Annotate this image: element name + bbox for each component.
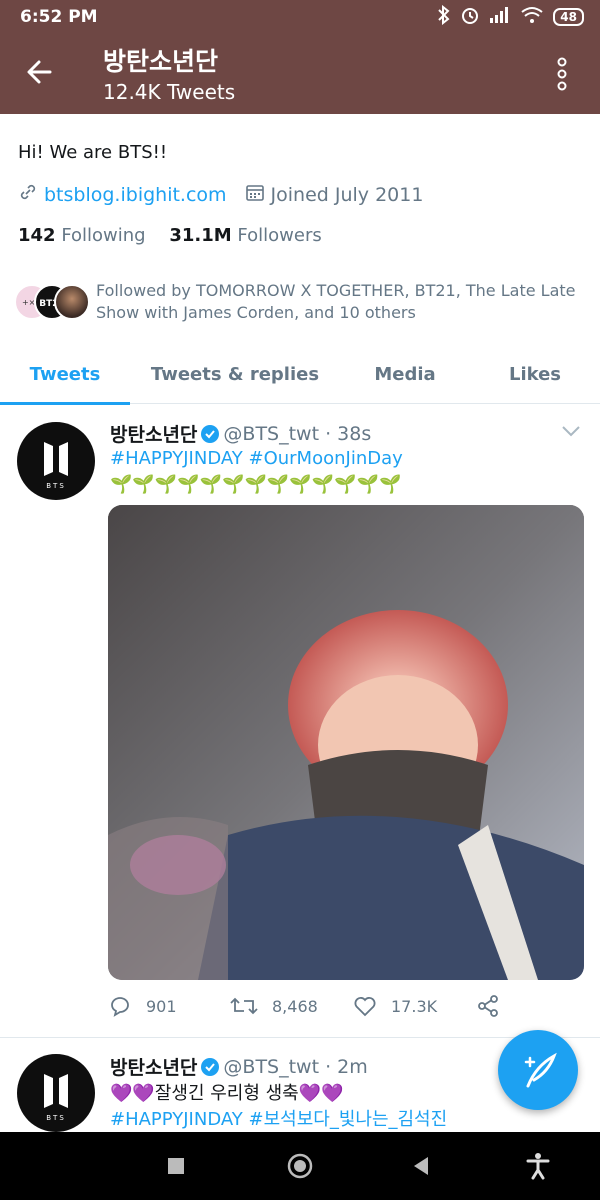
photo-content xyxy=(108,505,584,980)
chevron-down-icon[interactable] xyxy=(560,424,582,438)
followed-by-avatars: +×+ BT21 xyxy=(14,284,94,322)
following-label: Following xyxy=(61,225,146,246)
tweet-actions: 901 8,468 17.3K xyxy=(108,994,508,1024)
tweet-hashtags[interactable]: #HAPPYJINDAY #OurMoonJinDay xyxy=(110,448,403,469)
reply-icon xyxy=(111,997,129,1017)
followers-stat[interactable]: 31.1M Followers xyxy=(169,225,321,246)
home-circle-icon xyxy=(287,1153,313,1179)
recents-button[interactable] xyxy=(160,1150,192,1182)
share-button[interactable] xyxy=(476,994,500,1018)
bts-logo-icon: BTS xyxy=(44,442,68,490)
link-icon xyxy=(18,182,38,207)
tweet-header: 방탄소년단 @BTS_twt · 2m xyxy=(110,1053,368,1080)
like-button[interactable]: 17.3K xyxy=(353,994,437,1018)
alarm-icon xyxy=(460,5,480,29)
retweet-icon xyxy=(230,997,258,1015)
tab-media[interactable]: Media xyxy=(340,344,470,404)
followers-count: 31.1M xyxy=(169,225,232,246)
tab-tweets-replies[interactable]: Tweets & replies xyxy=(130,344,340,404)
svg-text:BTS: BTS xyxy=(46,482,66,490)
tweet-count: 12.4K Tweets xyxy=(103,80,236,104)
tweet-meta: @BTS_twt · 2m xyxy=(223,1055,368,1078)
triangle-back-icon xyxy=(414,1157,428,1175)
follow-stats: 142 Following 31.1M Followers xyxy=(18,225,322,246)
tweet-media-image[interactable] xyxy=(108,505,584,980)
profile-joined-date: Joined July 2011 xyxy=(270,183,424,206)
accessibility-button[interactable] xyxy=(522,1150,554,1182)
calendar-icon xyxy=(245,182,265,207)
tab-likes[interactable]: Likes xyxy=(470,344,600,404)
bts-logo-icon: BTS xyxy=(44,1074,68,1122)
tweet-text: 💜💜잘생긴 우리형 생축💜💜 xyxy=(110,1083,344,1104)
verified-icon xyxy=(201,424,220,443)
tweet-author-name[interactable]: 방탄소년단 xyxy=(110,1053,197,1080)
tweet-hashtags[interactable]: #HAPPYJINDAY #보석보다_빛나는_김석진 xyxy=(110,1105,447,1131)
tweet-meta: @BTS_twt · 38s xyxy=(223,422,372,445)
followers-label: Followers xyxy=(237,225,322,246)
avatar[interactable]: BTS xyxy=(17,422,95,500)
back-button[interactable] xyxy=(22,54,58,90)
like-count: 17.3K xyxy=(391,996,438,1016)
heart-icon xyxy=(354,997,376,1017)
tweet-emoji-line: 🌱🌱🌱🌱🌱🌱🌱🌱🌱🌱🌱🌱🌱 xyxy=(110,474,402,495)
back-nav-button[interactable] xyxy=(406,1150,438,1182)
reply-count: 901 xyxy=(146,996,177,1016)
avatar[interactable]: BTS xyxy=(17,1054,95,1132)
compose-feather-icon xyxy=(524,1052,557,1088)
system-nav-bar xyxy=(0,1132,600,1200)
signal-icon xyxy=(489,6,511,28)
status-time: 6:52 PM xyxy=(20,7,98,27)
app-header: 방탄소년단 12.4K Tweets xyxy=(0,34,600,114)
bluetooth-icon xyxy=(437,4,451,29)
profile-meta: btsblog.ibighit.com Joined July 2011 xyxy=(18,182,423,207)
avatar xyxy=(54,284,90,320)
tab-tweets[interactable]: Tweets xyxy=(0,344,130,405)
wifi-icon xyxy=(520,6,544,28)
profile-tabs: Tweets Tweets & replies Media Likes xyxy=(0,344,600,405)
status-icons: 48 xyxy=(437,4,584,29)
arrow-left-icon xyxy=(27,60,52,84)
share-icon xyxy=(478,995,498,1017)
profile-bio: Hi! We are BTS!! xyxy=(18,142,168,163)
svg-text:BTS: BTS xyxy=(46,1114,66,1122)
more-vertical-icon xyxy=(557,57,567,91)
battery-indicator: 48 xyxy=(553,8,584,26)
profile-website-link[interactable]: btsblog.ibighit.com xyxy=(44,184,227,206)
followed-by-text: Followed by TOMORROW X TOGETHER, BT21, T… xyxy=(96,281,576,322)
square-icon xyxy=(168,1158,184,1174)
followed-by-row[interactable]: +×+ BT21 Followed by TOMORROW X TOGETHER… xyxy=(14,280,584,330)
tweet-header: 방탄소년단 @BTS_twt · 38s xyxy=(110,420,371,447)
page-title: 방탄소년단 xyxy=(103,47,219,76)
tweet-author-name[interactable]: 방탄소년단 xyxy=(110,420,197,447)
more-options-button[interactable] xyxy=(552,54,572,94)
accessibility-icon xyxy=(526,1153,550,1180)
status-bar: 6:52 PM 48 xyxy=(0,0,600,34)
compose-tweet-button[interactable] xyxy=(498,1030,578,1110)
home-button[interactable] xyxy=(284,1150,316,1182)
following-count: 142 xyxy=(18,225,56,246)
following-stat[interactable]: 142 Following xyxy=(18,225,146,246)
reply-button[interactable]: 901 xyxy=(108,994,177,1018)
verified-icon xyxy=(201,1057,220,1076)
retweet-button[interactable]: 8,468 xyxy=(230,994,318,1018)
retweet-count: 8,468 xyxy=(272,996,318,1016)
